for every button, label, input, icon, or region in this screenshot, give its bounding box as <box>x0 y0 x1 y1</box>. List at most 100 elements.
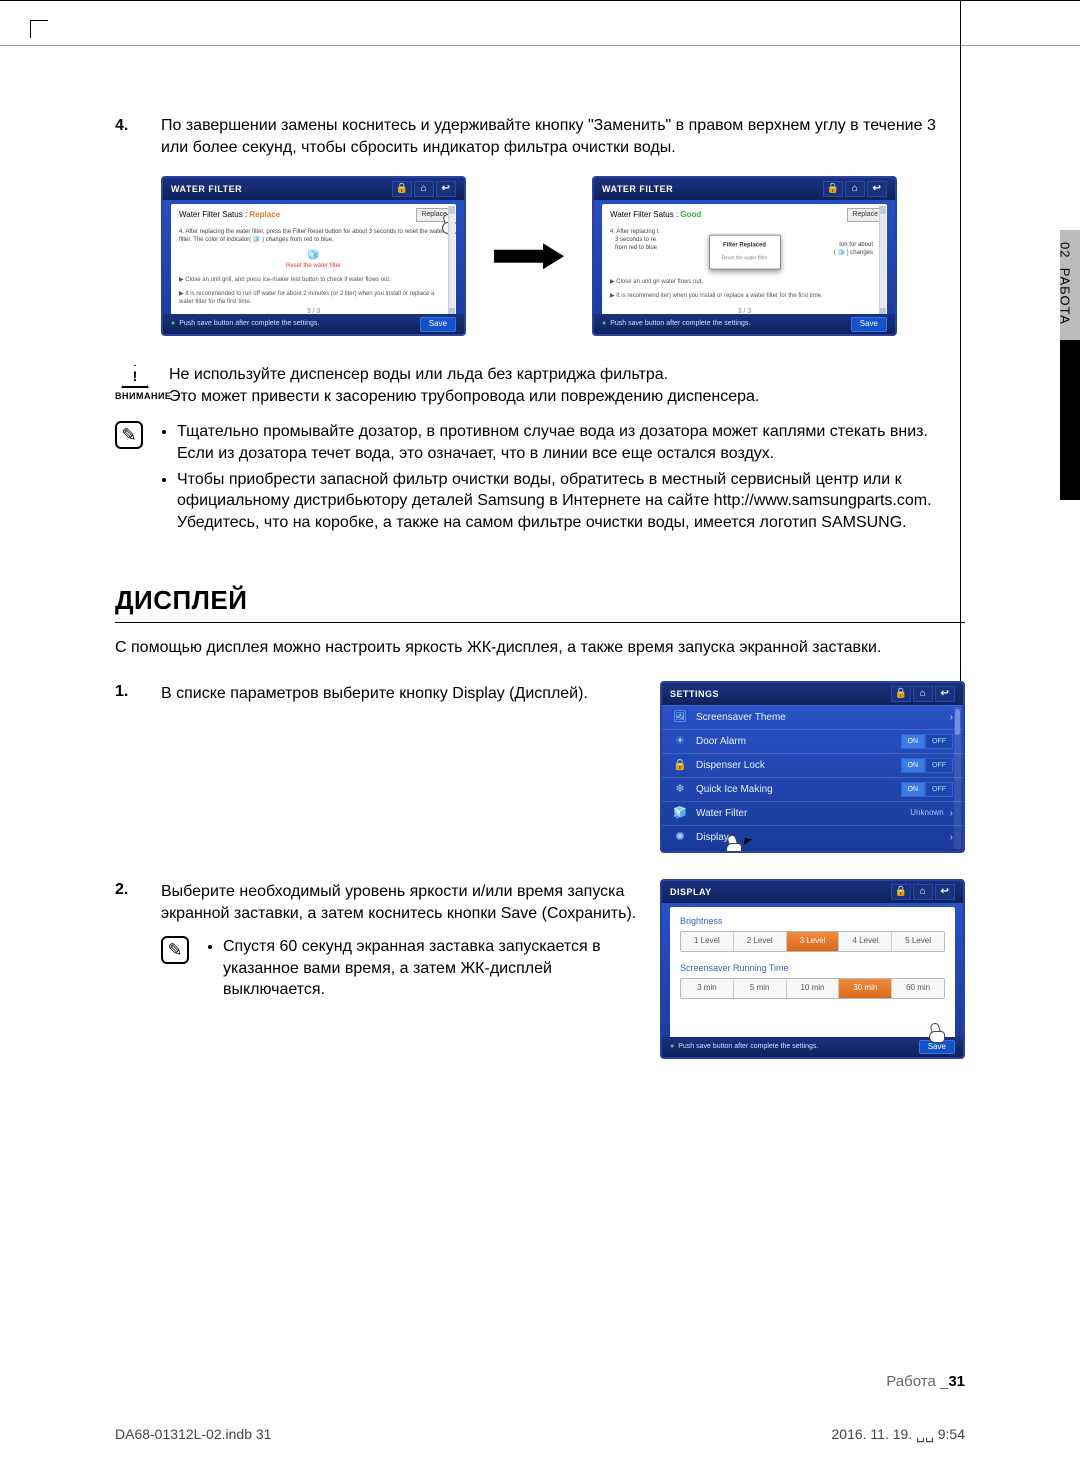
display-screenshot: DISPLAY 🔒 ⌂ ↩ Brightness 1 Level2 Level3… <box>660 879 965 1059</box>
settings-screenshot: SETTINGS 🔒 ⌂ ↩ 🖼 Screensaver Theme ›☀ Do… <box>660 681 965 853</box>
status-value: Good <box>680 210 701 219</box>
footer-tip: Push save button after complete the sett… <box>610 319 750 328</box>
save-button[interactable]: Save <box>919 1040 955 1055</box>
scrollbar[interactable] <box>954 707 961 849</box>
brightness-label: Brightness <box>680 915 945 927</box>
info-dot-icon: ● <box>602 319 606 328</box>
step-4: 4. По завершении замены коснитесь и удер… <box>115 115 965 158</box>
segment-option[interactable]: 4 Level <box>838 932 891 951</box>
settings-row[interactable]: 🖼 Screensaver Theme › <box>662 705 963 729</box>
step-number: 1. <box>115 681 139 705</box>
tip-1: ▶ Close an unit grill, and press ice-mak… <box>179 276 448 284</box>
segment-option[interactable]: 2 Level <box>733 932 786 951</box>
filter-replaced-popup: Filter Replaced Reset the water filter <box>709 235 781 270</box>
screen-title: SETTINGS <box>670 688 719 700</box>
step-number: 2. <box>115 879 139 924</box>
back-icon[interactable]: ↩ <box>867 181 887 197</box>
segment-option[interactable]: 60 min <box>891 979 944 998</box>
side-chapter-num: 02 <box>1058 242 1073 258</box>
back-icon[interactable]: ↩ <box>935 686 955 702</box>
step-number: 4. <box>115 115 139 158</box>
save-button[interactable]: Save <box>420 317 456 332</box>
lock-icon[interactable]: 🔒 <box>891 686 911 702</box>
step-2: 2. Выберите необходимый уровень яркости … <box>115 879 965 1059</box>
step-1: 1. В списке параметров выберите кнопку D… <box>115 681 965 853</box>
tip-2: ▶ It is recommended to run off water for… <box>179 290 448 306</box>
back-icon[interactable]: ↩ <box>935 884 955 900</box>
side-tab: 02 РАБОТА <box>1060 230 1080 500</box>
screen-title: WATER FILTER <box>171 183 242 195</box>
settings-row[interactable]: ☀ Door Alarm ONOFF <box>662 729 963 753</box>
note-bullet: Спустя 60 секунд экранная заставка запус… <box>223 936 638 1001</box>
arrow-right-icon <box>494 243 564 269</box>
replace-button[interactable]: Replace <box>416 208 452 221</box>
scrollbar[interactable] <box>448 206 455 316</box>
warning-line-2: Это может привести к засорению трубопров… <box>169 386 759 408</box>
home-icon[interactable]: ⌂ <box>845 181 865 197</box>
screensaver-segments[interactable]: 3 min5 min10 min30 min60 min <box>680 978 945 999</box>
segment-option[interactable]: 3 min <box>681 979 733 998</box>
brightness-segments[interactable]: 1 Level2 Level3 Level4 Level5 Level <box>680 931 945 952</box>
save-button[interactable]: Save <box>851 317 887 332</box>
step-text: В списке параметров выберите кнопку Disp… <box>161 681 638 705</box>
reset-label: Reset the water filter <box>179 262 448 270</box>
segment-option[interactable]: 1 Level <box>681 932 733 951</box>
row-label: Quick Ice Making <box>696 783 901 797</box>
step-text: По завершении замены коснитесь и удержив… <box>161 115 965 158</box>
screensaver-label: Screensaver Running Time <box>680 962 945 974</box>
back-icon[interactable]: ↩ <box>436 181 456 197</box>
lock-icon[interactable]: 🔒 <box>891 884 911 900</box>
info-dot-icon: ● <box>171 319 175 328</box>
warning-triangle-icon <box>121 364 149 388</box>
info-dot-icon: ● <box>670 1042 674 1051</box>
home-icon[interactable]: ⌂ <box>414 181 434 197</box>
status-value: Replace <box>249 210 280 219</box>
note-bullet-2: Чтобы приобрести запасной фильтр очистки… <box>177 469 965 534</box>
settings-row[interactable]: ✺ Display › <box>662 825 963 849</box>
footer-left: DA68-01312L-02.indb 31 <box>115 1425 271 1444</box>
popup-title: Filter Replaced <box>714 242 776 250</box>
replace-button[interactable]: Replace <box>847 208 883 221</box>
segment-option[interactable]: 30 min <box>838 979 891 998</box>
section-intro: С помощью дисплея можно настроить яркост… <box>115 637 965 659</box>
note-block-2: ✎ Спустя 60 секунд экранная заставка зап… <box>161 936 638 1005</box>
segment-option[interactable]: 5 min <box>733 979 786 998</box>
row-icon: ☀ <box>672 734 688 749</box>
row-label: Water Filter <box>696 807 910 821</box>
note-bullet-1: Тщательно промывайте дозатор, в противно… <box>177 421 965 464</box>
row-label: Screensaver Theme <box>696 711 944 725</box>
tip-1: ▶ Close an unit gri water flows out. <box>610 278 879 286</box>
lock-icon[interactable]: 🔒 <box>392 181 412 197</box>
note-block-1: ✎ Тщательно промывайте дозатор, в против… <box>115 421 965 537</box>
scrollbar[interactable] <box>879 206 886 316</box>
page-content: 4. По завершении замены коснитесь и удер… <box>115 115 965 1392</box>
segment-option[interactable]: 5 Level <box>891 932 944 951</box>
page-footer-label: Работа _31 <box>886 1372 965 1392</box>
tip-2: ▶ It is recommend iter) when you install… <box>610 292 879 300</box>
footer-tip: Push save button after complete the sett… <box>179 319 319 328</box>
segment-option[interactable]: 10 min <box>786 979 839 998</box>
screen-title: DISPLAY <box>670 886 712 898</box>
row-label: Display <box>696 831 944 845</box>
warning-line-1: Не используйте диспенсер воды или льда б… <box>169 364 759 386</box>
footer-tip: Push save button after complete the sett… <box>678 1042 818 1051</box>
lock-icon[interactable]: 🔒 <box>823 181 843 197</box>
warning-block: ВНИМАНИЕ Не используйте диспенсер воды и… <box>115 364 965 407</box>
step-text: Выберите необходимый уровень яркости и/и… <box>161 879 638 924</box>
home-icon[interactable]: ⌂ <box>913 686 933 702</box>
footer-right: 2016. 11. 19. ␣␣ 9:54 <box>832 1425 966 1444</box>
settings-row[interactable]: 🔒 Dispenser Lock ONOFF <box>662 753 963 777</box>
crop-footer: DA68-01312L-02.indb 31 2016. 11. 19. ␣␣ … <box>115 1425 965 1444</box>
settings-row[interactable]: 🧊 Water Filter Unknown› <box>662 801 963 825</box>
row-label: Dispenser Lock <box>696 759 901 773</box>
screenshot-before: WATER FILTER 🔒 ⌂ ↩ Replace Water Filter … <box>161 176 466 336</box>
settings-row[interactable]: ❄ Quick Ice Making ONOFF <box>662 777 963 801</box>
instruction-text: 4. After replacing the water filter, pre… <box>179 229 448 245</box>
section-heading: ДИСПЛЕЙ <box>115 583 965 618</box>
row-icon: 🧊 <box>672 806 688 821</box>
segment-option[interactable]: 3 Level <box>786 932 839 951</box>
status-label: Water Filter Satus : <box>610 210 678 219</box>
row-icon: ❄ <box>672 782 688 797</box>
status-label: Water Filter Satus : <box>179 210 247 219</box>
home-icon[interactable]: ⌂ <box>913 884 933 900</box>
